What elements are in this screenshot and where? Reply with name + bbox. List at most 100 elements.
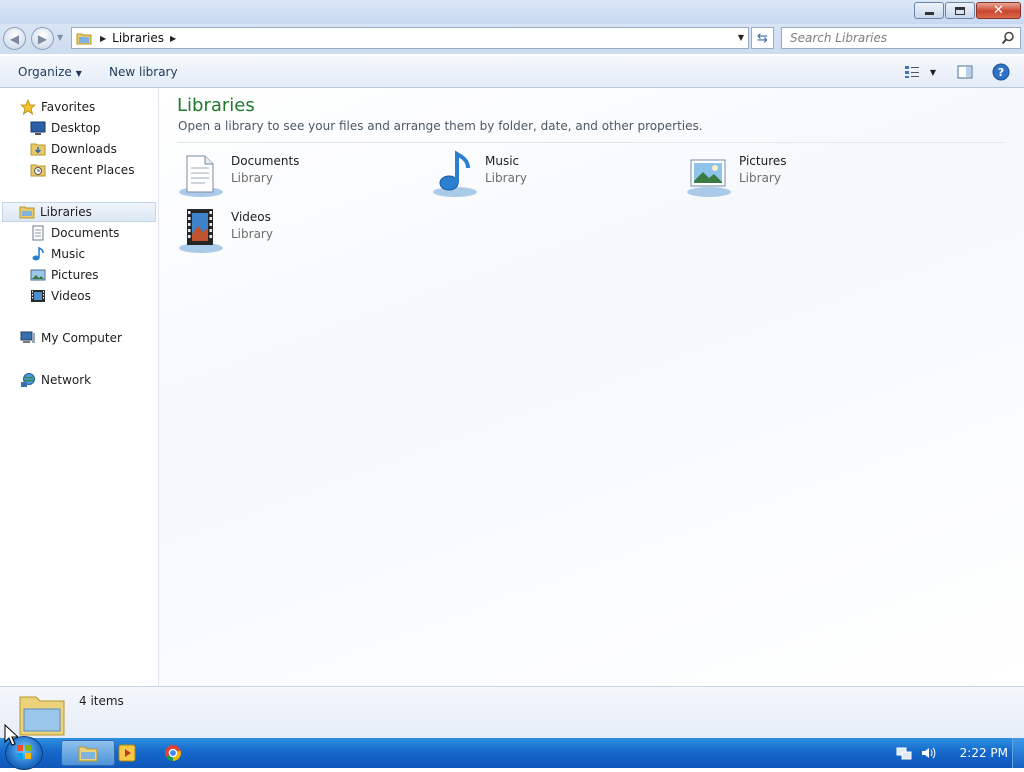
libraries-folder-icon <box>19 696 65 736</box>
library-type: Library <box>231 227 273 241</box>
title-bar: ✕ <box>0 0 1024 24</box>
library-name: Documents <box>231 154 300 168</box>
taskbar: 2:22 PM <box>0 736 1024 770</box>
maximize-icon <box>955 6 965 15</box>
library-name: Pictures <box>739 154 787 168</box>
nav-item-downloads[interactable]: Downloads <box>30 139 117 159</box>
nav-my-computer[interactable]: My Computer <box>20 328 122 348</box>
chrome-icon <box>165 745 181 761</box>
pictures-library-icon <box>687 159 731 197</box>
nav-network[interactable]: Network <box>20 370 91 390</box>
nav-item-desktop[interactable]: Desktop <box>30 118 101 138</box>
network-icon <box>20 372 36 388</box>
music-library-icon <box>433 150 477 197</box>
new-library-button[interactable]: New library <box>109 65 178 79</box>
nav-item-recent-places[interactable]: Recent Places <box>30 160 134 180</box>
minimize-icon <box>924 12 934 15</box>
preview-pane-button[interactable] <box>954 62 976 82</box>
command-bar: Organize ▼ New library ▼ ? <box>0 56 1024 88</box>
nav-favorites-label: Favorites <box>41 100 96 114</box>
recent-pages-dropdown[interactable]: ▼ <box>57 33 63 42</box>
nav-item-documents[interactable]: Documents <box>30 223 119 243</box>
item-count: 4 items <box>79 694 124 708</box>
library-tile-music[interactable]: Music Library <box>431 150 671 202</box>
windows-explorer-icon <box>78 746 98 762</box>
new-library-label: New library <box>109 65 178 79</box>
nav-item-label: Documents <box>51 226 120 240</box>
library-type: Library <box>485 171 527 185</box>
videos-library-icon <box>179 209 223 253</box>
library-name: Videos <box>231 210 271 224</box>
library-type: Library <box>739 171 781 185</box>
page-subtitle: Open a library to see your files and arr… <box>178 119 703 133</box>
chevron-down-icon: ▼ <box>75 69 82 78</box>
nav-libraries-label: Libraries <box>40 205 92 219</box>
organize-button[interactable]: Organize ▼ <box>18 65 82 79</box>
refresh-button[interactable]: ⇆ <box>751 27 774 49</box>
library-tile-documents[interactable]: Documents Library <box>177 150 417 202</box>
forward-arrow-icon: ▶ <box>37 31 48 46</box>
nav-item-videos[interactable]: Videos <box>30 286 91 306</box>
search-input[interactable] <box>790 28 1000 48</box>
pictures-icon <box>30 267 46 283</box>
preview-pane-icon <box>957 65 973 79</box>
libraries-icon <box>19 204 35 220</box>
system-tray: 2:22 PM <box>896 738 1008 768</box>
header-divider <box>177 142 1005 143</box>
library-type: Library <box>231 171 273 185</box>
nav-item-label: Downloads <box>51 142 117 156</box>
help-icon: ? <box>992 63 1010 81</box>
forward-button[interactable]: ▶ <box>31 27 54 50</box>
nav-item-music[interactable]: Music <box>30 244 85 264</box>
volume-icon[interactable] <box>920 745 936 761</box>
nav-item-pictures[interactable]: Pictures <box>30 265 99 285</box>
breadcrumb-chevron-icon[interactable]: ▶ <box>170 34 176 43</box>
content-pane: Libraries Open a library to see your fil… <box>159 88 1024 686</box>
search-box <box>781 27 1021 49</box>
library-name: Music <box>485 154 520 168</box>
back-button[interactable]: ◀ <box>3 27 26 50</box>
address-dropdown-icon[interactable]: ▼ <box>738 33 744 42</box>
taskbar-chrome[interactable] <box>146 740 200 766</box>
window-controls: ✕ <box>914 2 1021 19</box>
nav-item-label: Music <box>51 247 86 261</box>
views-dropdown-icon[interactable]: ▼ <box>922 62 944 82</box>
computer-icon <box>20 330 36 346</box>
nav-item-label: Pictures <box>51 268 99 282</box>
documents-library-icon <box>179 155 223 197</box>
desktop-icon <box>30 120 46 136</box>
help-button[interactable]: ? <box>990 62 1012 82</box>
minimize-button[interactable] <box>914 2 944 19</box>
star-icon <box>20 99 36 115</box>
close-button[interactable]: ✕ <box>976 2 1021 19</box>
change-view-button[interactable] <box>901 62 923 82</box>
documents-icon <box>30 225 46 241</box>
organize-label: Organize <box>18 65 72 79</box>
breadcrumb-separator-icon[interactable]: ▶ <box>100 34 106 43</box>
music-icon <box>30 246 46 262</box>
maximize-button[interactable] <box>945 2 975 19</box>
clock[interactable]: 2:22 PM <box>960 746 1008 760</box>
breadcrumb-libraries[interactable]: Libraries <box>112 31 164 45</box>
show-desktop-button[interactable] <box>1012 738 1024 768</box>
address-bar[interactable]: ▶ Libraries ▶ ▼ <box>71 27 749 49</box>
refresh-icon: ⇆ <box>757 30 768 46</box>
downloads-icon <box>30 141 46 157</box>
nav-favorites[interactable]: Favorites <box>20 97 95 117</box>
nav-item-label: Videos <box>51 289 91 303</box>
nav-item-label: Desktop <box>51 121 101 135</box>
nav-libraries[interactable]: Libraries <box>2 202 156 222</box>
close-icon: ✕ <box>993 3 1004 18</box>
details-pane: 4 items <box>0 686 1024 738</box>
media-player-icon <box>118 744 136 762</box>
back-arrow-icon: ◀ <box>9 31 20 46</box>
page-title: Libraries <box>177 95 255 116</box>
videos-icon <box>30 288 46 304</box>
network-tray-icon[interactable] <box>896 745 912 761</box>
navigation-pane: Favorites Desktop Downloads Recent Place… <box>0 88 159 686</box>
library-tile-pictures[interactable]: Pictures Library <box>685 150 925 202</box>
library-tile-videos[interactable]: Videos Library <box>177 206 417 258</box>
views-icon <box>905 66 919 78</box>
search-icon[interactable] <box>1001 31 1015 45</box>
nav-my-computer-label: My Computer <box>41 331 122 345</box>
